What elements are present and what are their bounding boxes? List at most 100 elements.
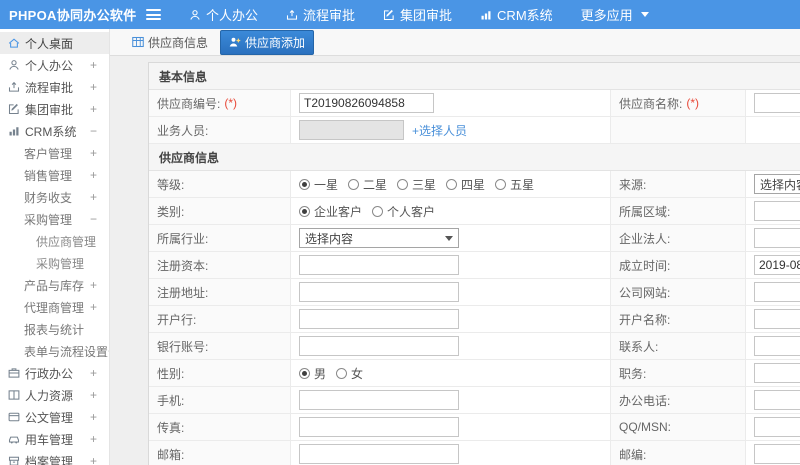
sidebar-item-archive-mgmt[interactable]: 档案管理 + — [0, 450, 109, 465]
company-website-input[interactable] — [754, 282, 800, 302]
expand-toggle[interactable]: + — [90, 366, 97, 380]
level-radio-4[interactable]: 五星 — [495, 176, 534, 193]
sidebar-item-finance-mgmt[interactable]: 财务收支 + — [0, 186, 109, 208]
postcode-input[interactable] — [754, 444, 800, 464]
gender-radio-0[interactable]: 男 — [299, 365, 326, 382]
category-radio-0[interactable]: 企业客户 — [299, 203, 362, 220]
expand-toggle[interactable]: + — [90, 388, 97, 402]
sidebar-item-purchase-mgmt[interactable]: 采购管理 − — [0, 208, 109, 230]
level-radio-1[interactable]: 二星 — [348, 176, 387, 193]
sidebar-item-label: 档案管理 — [25, 454, 74, 465]
topnav-crm-system[interactable]: CRM系统 — [480, 5, 553, 24]
registered-address-input[interactable] — [299, 282, 459, 302]
expand-toggle[interactable]: − — [90, 124, 97, 138]
expand-toggle[interactable]: + — [90, 190, 97, 204]
sidebar-item-supplier-mgmt[interactable]: 供应商管理 — [0, 230, 109, 252]
expand-toggle[interactable]: + — [90, 432, 97, 446]
account-name-input[interactable] — [754, 309, 800, 329]
expand-toggle[interactable]: + — [90, 300, 97, 314]
position-input[interactable] — [754, 363, 800, 383]
account-name-label: 开户名称: — [619, 312, 671, 327]
sidebar-item-label: 集团审批 — [25, 102, 74, 117]
sidebar-item-label: 财务收支 — [24, 190, 73, 205]
expand-toggle[interactable]: + — [90, 102, 97, 116]
qq-msn-input[interactable] — [754, 417, 800, 437]
registered-capital-label: 注册资本: — [157, 258, 209, 273]
sidebar-item-reports-stats[interactable]: 报表与统计 — [0, 318, 109, 340]
industry-select[interactable]: 选择内容 — [299, 228, 459, 248]
expand-toggle[interactable]: + — [90, 146, 97, 160]
sales-person-input[interactable] — [299, 120, 404, 140]
required-marker: (*) — [224, 96, 238, 110]
expand-toggle[interactable]: + — [90, 454, 97, 465]
sidebar-item-sales-mgmt[interactable]: 销售管理 + — [0, 164, 109, 186]
radio-label: 企业客户 — [314, 204, 363, 219]
postcode-label: 邮编: — [619, 447, 647, 462]
topnav-workflow-approval[interactable]: 流程审批 — [286, 5, 355, 24]
fax-input[interactable] — [299, 417, 459, 437]
topnav-personal-office[interactable]: 个人办公 — [189, 5, 258, 24]
supplier-no-input[interactable] — [299, 93, 434, 113]
sidebar-item-label: 流程审批 — [25, 80, 74, 95]
tab-supplier-info[interactable]: 供应商信息 — [132, 34, 208, 51]
topnav-group-approval[interactable]: 集团审批 — [383, 5, 452, 24]
expand-toggle[interactable]: + — [90, 278, 97, 292]
field-cell — [291, 414, 611, 440]
supplier-name-input[interactable] — [754, 93, 800, 113]
archive-icon — [8, 455, 20, 465]
supplier-no-label: 供应商编号: — [157, 96, 221, 111]
radio-icon — [336, 367, 348, 379]
established-date-input[interactable] — [754, 255, 800, 275]
office-phone-input[interactable] — [754, 390, 800, 410]
sidebar-item-agent-mgmt[interactable]: 代理商管理 + — [0, 296, 109, 318]
sidebar-item-vehicle-mgmt[interactable]: 用车管理 + — [0, 428, 109, 450]
sidebar-item-document-mgmt[interactable]: 公文管理 + — [0, 406, 109, 428]
expand-toggle[interactable]: + — [90, 80, 97, 94]
email-input[interactable] — [299, 444, 459, 464]
sidebar-item-crm-system[interactable]: CRM系统 − — [0, 120, 109, 142]
level-radio-0[interactable]: 一星 — [299, 176, 338, 193]
topnav-more-apps[interactable]: 更多应用 — [581, 5, 649, 24]
radio-label: 四星 — [461, 177, 486, 192]
sidebar-item-group-approval[interactable]: 集团审批 + — [0, 98, 109, 120]
expand-toggle[interactable]: + — [90, 168, 97, 182]
menu-toggle-icon[interactable] — [146, 9, 161, 20]
field-cell: 选择内容 — [746, 171, 800, 197]
source-select[interactable]: 选择内容 — [754, 174, 800, 194]
mobile-input[interactable] — [299, 390, 459, 410]
tab-supplier-add[interactable]: 供应商添加 — [220, 29, 315, 55]
chart-icon — [8, 125, 20, 137]
sidebar-item-product-inventory[interactable]: 产品与库存 + — [0, 274, 109, 296]
category-radio-1[interactable]: 个人客户 — [372, 203, 435, 220]
level-radio-2[interactable]: 三星 — [397, 176, 436, 193]
legal-person-input[interactable] — [754, 228, 800, 248]
bank-account-input[interactable] — [299, 336, 459, 356]
sales-person-select-link[interactable]: +选择人员 — [412, 122, 467, 139]
book-icon — [8, 389, 20, 401]
registered-capital-input[interactable] — [299, 255, 459, 275]
expand-toggle[interactable]: − — [90, 212, 97, 226]
sidebar-item-purchase-mgmt-sub[interactable]: 采购管理 — [0, 252, 109, 274]
office-phone-label: 办公电话: — [619, 393, 671, 408]
sidebar-item-personal-office[interactable]: 个人办公 + — [0, 54, 109, 76]
sidebar-item-label: CRM系统 — [25, 124, 77, 139]
expand-toggle[interactable]: + — [90, 410, 97, 424]
sidebar-item-workflow-approval[interactable]: 流程审批 + — [0, 76, 109, 98]
contact-person-input[interactable] — [754, 336, 800, 356]
level-radio-3[interactable]: 四星 — [446, 176, 485, 193]
form-body: 基本信息供应商编号:(*)供应商名称:(*)业务人员:+选择人员供应商信息等级:… — [149, 63, 800, 465]
region-input[interactable] — [754, 201, 800, 221]
sidebar-item-form-workflow-settings[interactable]: 表单与流程设置+ — [0, 340, 109, 362]
radio-icon — [299, 367, 310, 379]
gender-radio-1[interactable]: 女 — [336, 365, 363, 382]
bank-input[interactable] — [299, 309, 459, 329]
label-cell: 性别: — [149, 360, 291, 386]
sidebar-item-admin-office[interactable]: 行政办公 + — [0, 362, 109, 384]
topnav-label: 流程审批 — [303, 8, 356, 23]
form-row: 所属行业: 选择内容 企业法人: — [149, 225, 800, 252]
expand-toggle[interactable]: + — [90, 58, 97, 72]
sidebar-item-personal-desktop[interactable]: 个人桌面 — [0, 32, 109, 54]
sales-person-label: 业务人员: — [157, 123, 209, 138]
sidebar-item-hr[interactable]: 人力资源 + — [0, 384, 109, 406]
sidebar-item-customer-mgmt[interactable]: 客户管理 + — [0, 142, 109, 164]
